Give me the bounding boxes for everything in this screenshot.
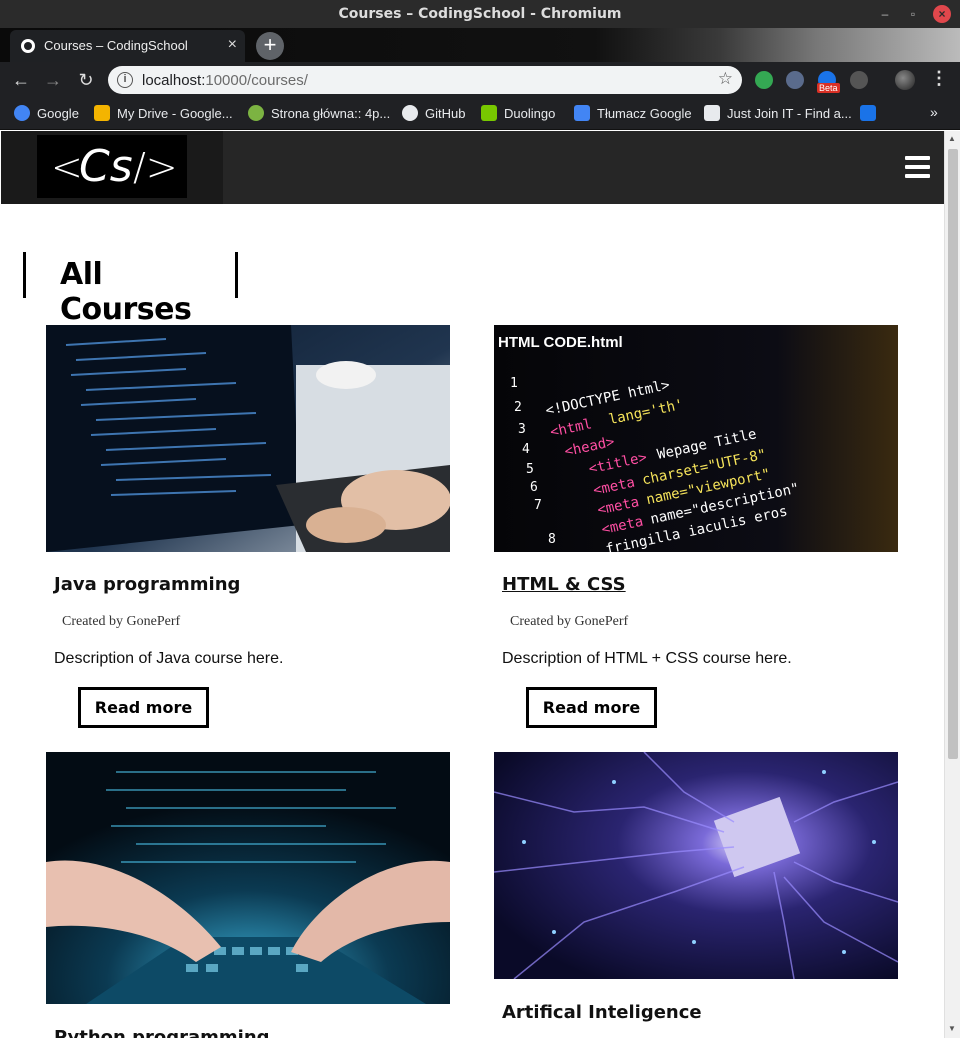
course-card: HTML CODE.html 1234 5678 <!DOCTYPE html>… — [494, 325, 898, 735]
maximize-button[interactable]: ▫ — [904, 5, 922, 23]
svg-text:3: 3 — [518, 422, 526, 437]
course-image-laptop-code — [46, 325, 450, 552]
svg-text:6: 6 — [530, 480, 538, 495]
url-text[interactable]: localhost:10000/courses/ — [142, 72, 308, 89]
course-image-keyboard-hands — [46, 752, 450, 1004]
back-button[interactable]: ← — [9, 68, 33, 92]
google-icon — [14, 105, 30, 121]
globe-icon — [21, 39, 35, 53]
course-card: Artifical Inteligence — [494, 752, 898, 1038]
tab-strip: Courses – CodingSchool × + — [0, 28, 960, 62]
profile-avatar[interactable] — [895, 70, 915, 90]
extension-icon[interactable] — [755, 71, 773, 89]
site-logo[interactable]: < Cs /> — [37, 135, 187, 198]
tab-label: Courses – CodingSchool — [44, 38, 188, 53]
beta-badge: Beta — [817, 83, 840, 93]
course-author: Created by GonePerf — [510, 614, 629, 629]
bookmark-star-icon[interactable]: ☆ — [718, 69, 733, 89]
course-image-circuit-board — [494, 752, 898, 979]
drive-icon — [94, 105, 110, 121]
bookmark-duolingo[interactable]: Duolingo — [481, 105, 555, 123]
translate-icon — [574, 105, 590, 121]
reload-button[interactable]: ↻ — [74, 68, 98, 92]
forward-button[interactable]: → — [41, 68, 65, 92]
bookmark-flag[interactable] — [860, 105, 883, 123]
bookmarks-overflow-icon[interactable]: » — [930, 104, 938, 120]
page-title: All Courses — [60, 257, 192, 327]
site-header: < Cs /> — [1, 131, 944, 204]
browser-toolbar: ← → ↻ i localhost:10000/courses/ ☆ Beta … — [0, 62, 960, 98]
info-icon[interactable]: i — [117, 72, 133, 88]
svg-text:HTML CODE.html: HTML CODE.html — [498, 334, 623, 351]
tab-close-button[interactable]: × — [228, 36, 237, 54]
extension-icon[interactable] — [786, 71, 804, 89]
course-image-html-code: HTML CODE.html 1234 5678 <!DOCTYPE html>… — [494, 325, 898, 552]
bookmark-google[interactable]: Google — [14, 105, 79, 123]
read-more-button[interactable]: Read more — [526, 687, 657, 728]
svg-text:2: 2 — [514, 400, 522, 415]
flag-icon — [860, 105, 876, 121]
bookmark-translate[interactable]: Tłumacz Google — [574, 105, 692, 123]
bookmark-strona[interactable]: Strona główna:: 4p... — [248, 105, 390, 123]
page-viewport: < Cs /> All Courses Java programming Cre… — [1, 131, 944, 1038]
justjoinit-icon — [704, 105, 720, 121]
course-title[interactable]: Java programming — [54, 574, 240, 595]
bookmark-justjoinit[interactable]: Just Join IT - Find a... — [704, 105, 852, 123]
svg-text:7: 7 — [534, 498, 542, 513]
close-window-button[interactable]: × — [933, 5, 951, 23]
svg-text:1: 1 — [510, 376, 518, 391]
svg-text:5: 5 — [526, 462, 534, 477]
course-card: Python programming — [46, 752, 450, 1038]
course-title[interactable]: Python programming — [54, 1027, 270, 1038]
svg-text:4: 4 — [522, 442, 530, 457]
bookmark-drive[interactable]: My Drive - Google... — [94, 105, 233, 123]
hamburger-menu-icon[interactable] — [905, 156, 930, 178]
duolingo-icon — [481, 105, 497, 121]
site-icon — [248, 105, 264, 121]
page-scrollbar[interactable]: ▲ ▼ — [944, 131, 960, 1038]
scroll-down-icon[interactable]: ▼ — [948, 1024, 956, 1033]
new-tab-button[interactable]: + — [256, 32, 284, 60]
window-titlebar: Courses – CodingSchool - Chromium – ▫ × — [0, 0, 960, 28]
tab-courses[interactable]: Courses – CodingSchool × — [10, 30, 245, 62]
github-icon — [402, 105, 418, 121]
logo-area: < Cs /> — [1, 131, 223, 204]
scrollbar-thumb[interactable] — [948, 149, 958, 759]
bookmarks-bar: Google My Drive - Google... Strona główn… — [0, 98, 960, 130]
window-title: Courses – CodingSchool - Chromium — [338, 6, 622, 22]
course-title[interactable]: HTML & CSS — [502, 574, 626, 595]
scroll-up-icon[interactable]: ▲ — [948, 134, 956, 143]
course-description: Description of Java course here. — [54, 650, 284, 667]
course-card: Java programming Created by GonePerf Des… — [46, 325, 450, 735]
bookmark-github[interactable]: GitHub — [402, 105, 465, 123]
extension-icon[interactable] — [850, 71, 868, 89]
course-title[interactable]: Artifical Inteligence — [502, 1002, 702, 1023]
svg-text:8: 8 — [548, 532, 556, 547]
browser-menu-icon[interactable]: ⋮ — [930, 68, 948, 89]
read-more-button[interactable]: Read more — [78, 687, 209, 728]
minimize-button[interactable]: – — [876, 5, 894, 23]
course-author: Created by GonePerf — [62, 614, 181, 629]
page-heading-box: All Courses — [23, 252, 238, 327]
address-bar[interactable]: i localhost:10000/courses/ ☆ — [108, 66, 742, 94]
course-description: Description of HTML + CSS course here. — [502, 650, 792, 667]
